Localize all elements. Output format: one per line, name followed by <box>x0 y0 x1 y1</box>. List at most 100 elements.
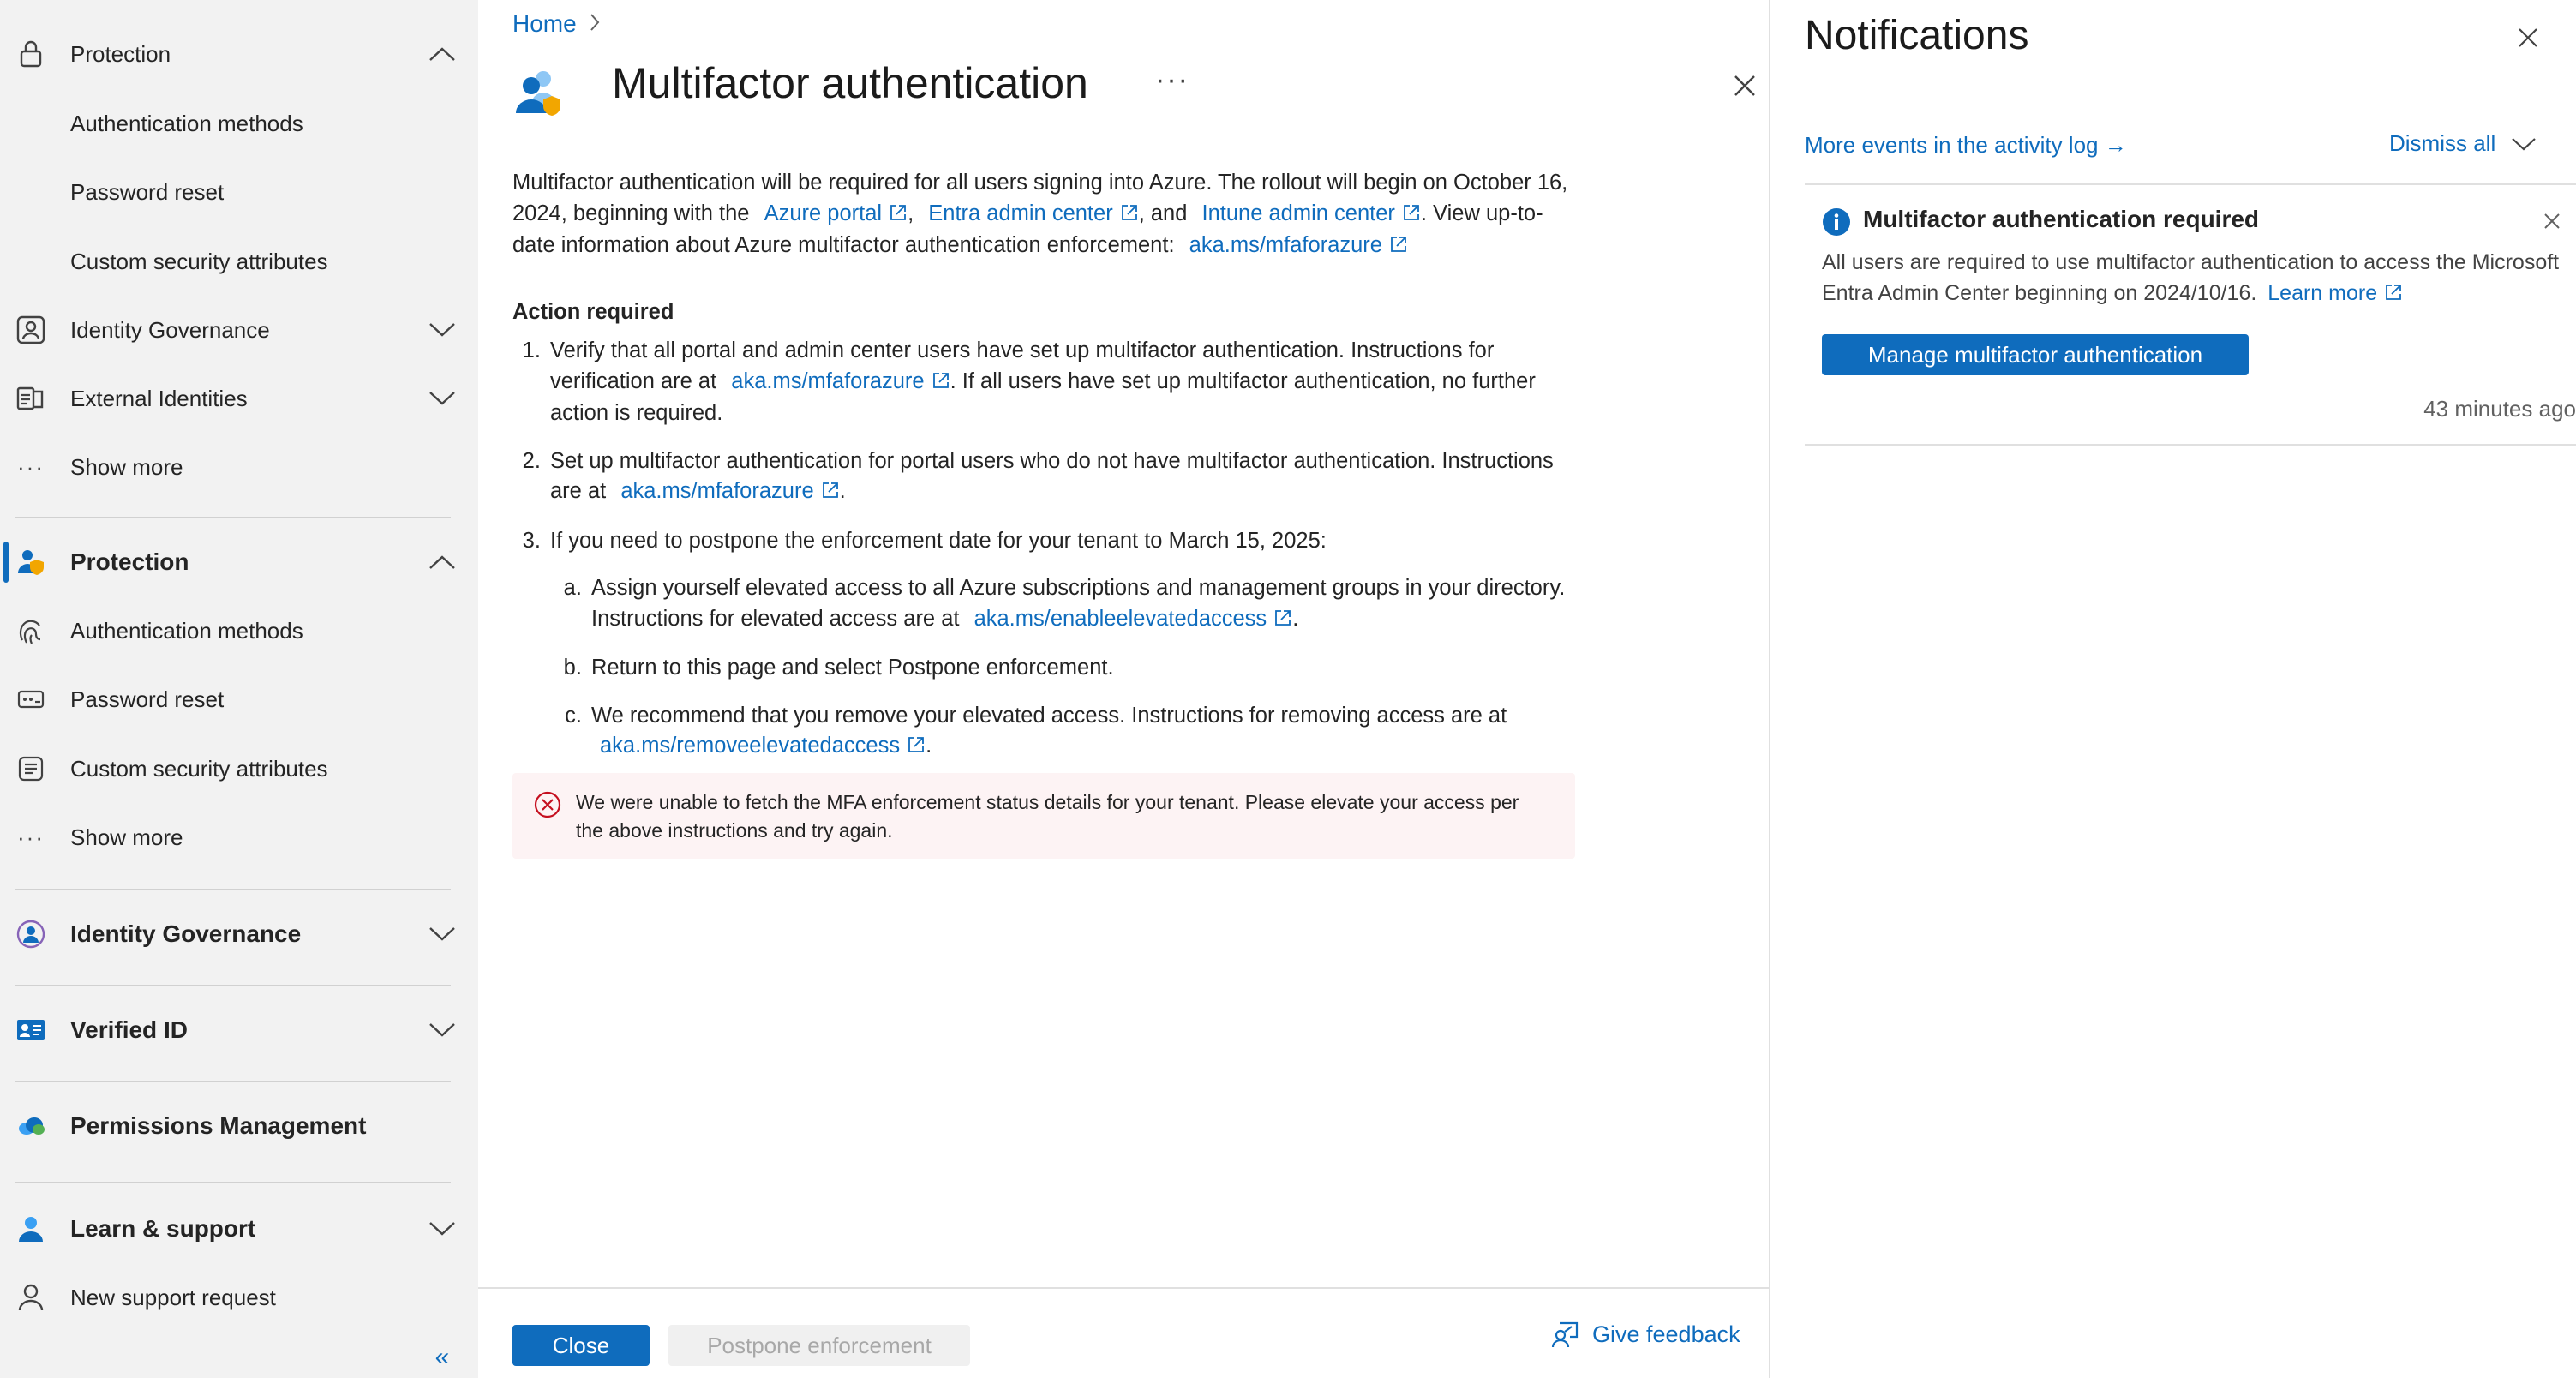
give-feedback-link[interactable]: Give feedback <box>1551 1320 1740 1349</box>
list-item: If you need to postpone the enforcement … <box>547 526 1584 764</box>
nav-label: Protection <box>70 548 189 575</box>
postpone-substeps-list: Assign yourself elevated access to all A… <box>588 573 1584 764</box>
governance-icon <box>15 315 46 345</box>
remove-elevated-access-link[interactable]: aka.ms/removeelevatedaccess <box>600 734 900 758</box>
breadcrumb: Home <box>512 10 601 38</box>
error-text: We were unable to fetch the MFA enforcem… <box>576 791 1519 842</box>
intro-paragraph: Multifactor authentication will be requi… <box>512 168 1584 263</box>
list-item: Assign yourself elevated access to all A… <box>588 573 1584 636</box>
notification-body-text: All users are required to use multifacto… <box>1822 250 2560 305</box>
step-text: If you need to postpone the enforcement … <box>550 528 1327 553</box>
nav-label: Show more <box>70 453 183 480</box>
activity-log-link[interactable]: More events in the activity log → <box>1805 132 2127 159</box>
nav-item-authentication-methods[interactable]: Authentication methods <box>0 605 478 656</box>
more-icon: ··· <box>17 453 45 480</box>
nav-label: Custom security attributes <box>70 248 328 274</box>
notifications-close-button[interactable] <box>2509 19 2547 57</box>
nav-label: Show more <box>70 824 183 850</box>
external-identities-icon <box>15 383 46 414</box>
close-icon <box>2544 213 2560 229</box>
nav-section-identity-governance[interactable]: Identity Governance <box>0 908 478 960</box>
more-actions-button[interactable]: ··· <box>1147 58 1198 101</box>
nav-section-protection[interactable]: Protection <box>0 536 478 588</box>
nav-label: Permissions Management <box>70 1112 367 1139</box>
nav-divider <box>15 517 451 518</box>
chevron-down-icon <box>425 1013 459 1047</box>
breadcrumb-home-link[interactable]: Home <box>512 10 577 38</box>
left-navigation: Protection Authentication methods Passwo… <box>0 0 478 1378</box>
chevron-down-icon <box>425 917 459 951</box>
nav-divider <box>15 1182 451 1183</box>
intune-admin-center-link[interactable]: Intune admin center <box>1202 201 1395 225</box>
chevron-down-icon <box>2512 137 2536 150</box>
nav-item-new-support-request[interactable]: New support request <box>0 1272 478 1323</box>
external-link-icon <box>889 201 908 231</box>
more-icon: ··· <box>17 824 45 850</box>
notifications-title: Notifications <box>1805 13 2029 58</box>
notification-timestamp: 43 minutes ago <box>2423 396 2576 422</box>
notification-body: All users are required to use multifacto… <box>1822 247 2576 310</box>
nav-item-password-reset-top[interactable]: Password reset <box>0 166 478 218</box>
external-link-icon <box>1402 201 1421 231</box>
chevron-down-icon <box>425 313 459 347</box>
external-link-icon <box>1273 606 1292 637</box>
attributes-icon <box>15 753 46 784</box>
external-link-icon <box>1389 232 1408 263</box>
active-indicator <box>3 542 9 583</box>
fingerprint-icon <box>15 615 46 646</box>
info-icon <box>1822 207 1851 237</box>
external-link-icon <box>1120 201 1139 231</box>
external-link-icon <box>821 478 840 509</box>
nav-section-protection-top[interactable]: Protection <box>0 28 478 80</box>
close-icon <box>2519 28 2537 47</box>
nav-show-more-top[interactable]: ··· Show more <box>0 441 478 493</box>
blade-header: Multifactor authentication ··· <box>512 51 1755 123</box>
azure-portal-link[interactable]: Azure portal <box>764 201 883 225</box>
close-button[interactable]: Close <box>512 1325 650 1366</box>
notification-dismiss-button[interactable] <box>2538 207 2566 235</box>
nav-item-password-reset[interactable]: Password reset <box>0 674 478 725</box>
intro-text: , and <box>1138 201 1188 225</box>
password-icon <box>15 684 46 715</box>
action-steps-list: Verify that all portal and admin center … <box>547 336 1584 764</box>
give-feedback-label: Give feedback <box>1592 1321 1740 1347</box>
entra-admin-center-link[interactable]: Entra admin center <box>928 201 1112 225</box>
blade-close-button[interactable] <box>1724 65 1765 106</box>
nav-section-external-identities[interactable]: External Identities <box>0 373 478 424</box>
nav-section-permissions-management[interactable]: Permissions Management <box>0 1100 478 1152</box>
nav-section-identity-governance-top[interactable]: Identity Governance <box>0 304 478 356</box>
nav-label: Verified ID <box>70 1016 188 1043</box>
step1-mfaforazure-link[interactable]: aka.ms/mfaforazure <box>731 369 924 393</box>
notifications-pane: Notifications More events in the activit… <box>1770 0 2576 1378</box>
nav-section-verified-id[interactable]: Verified ID <box>0 1004 478 1056</box>
nav-item-custom-security-attributes-top[interactable]: Custom security attributes <box>0 236 478 287</box>
blade-content: Multifactor authentication will be requi… <box>512 168 1584 781</box>
nav-show-more[interactable]: ··· Show more <box>0 812 478 863</box>
step-text: Return to this page and select Postpone … <box>591 656 1114 680</box>
chevron-up-icon <box>425 37 459 71</box>
nav-section-learn-support[interactable]: Learn & support <box>0 1203 478 1255</box>
external-link-icon <box>2384 279 2403 310</box>
nav-label: Identity Governance <box>70 920 302 947</box>
nav-label: Password reset <box>70 178 225 205</box>
nav-label: External Identities <box>70 385 248 411</box>
enable-elevated-access-link[interactable]: aka.ms/enableelevatedaccess <box>974 607 1267 631</box>
nav-label: Learn & support <box>70 1215 256 1242</box>
mfaforazure-link[interactable]: aka.ms/mfaforazure <box>1189 233 1382 257</box>
nav-item-authentication-methods-top[interactable]: Authentication methods <box>0 98 478 149</box>
learn-more-link[interactable]: Learn more <box>2267 281 2377 305</box>
dismiss-all-label: Dismiss all <box>2389 130 2496 156</box>
chevron-up-icon <box>425 545 459 579</box>
nav-label: Custom security attributes <box>70 755 328 782</box>
chevron-right-icon <box>589 13 601 36</box>
postpone-enforcement-button[interactable]: Postpone enforcement <box>668 1325 970 1366</box>
dismiss-all-button[interactable]: Dismiss all <box>2389 130 2537 157</box>
nav-label: Authentication methods <box>70 617 303 644</box>
identity-governance-icon <box>15 919 46 950</box>
nav-item-custom-security-attributes[interactable]: Custom security attributes <box>0 743 478 794</box>
manage-mfa-button[interactable]: Manage multifactor authentication <box>1822 334 2249 375</box>
page-title: Multifactor authentication <box>612 59 1088 107</box>
step2-mfaforazure-link[interactable]: aka.ms/mfaforazure <box>620 479 813 503</box>
person-icon <box>15 1282 46 1313</box>
collapse-sidebar-button[interactable]: « <box>425 1343 459 1371</box>
